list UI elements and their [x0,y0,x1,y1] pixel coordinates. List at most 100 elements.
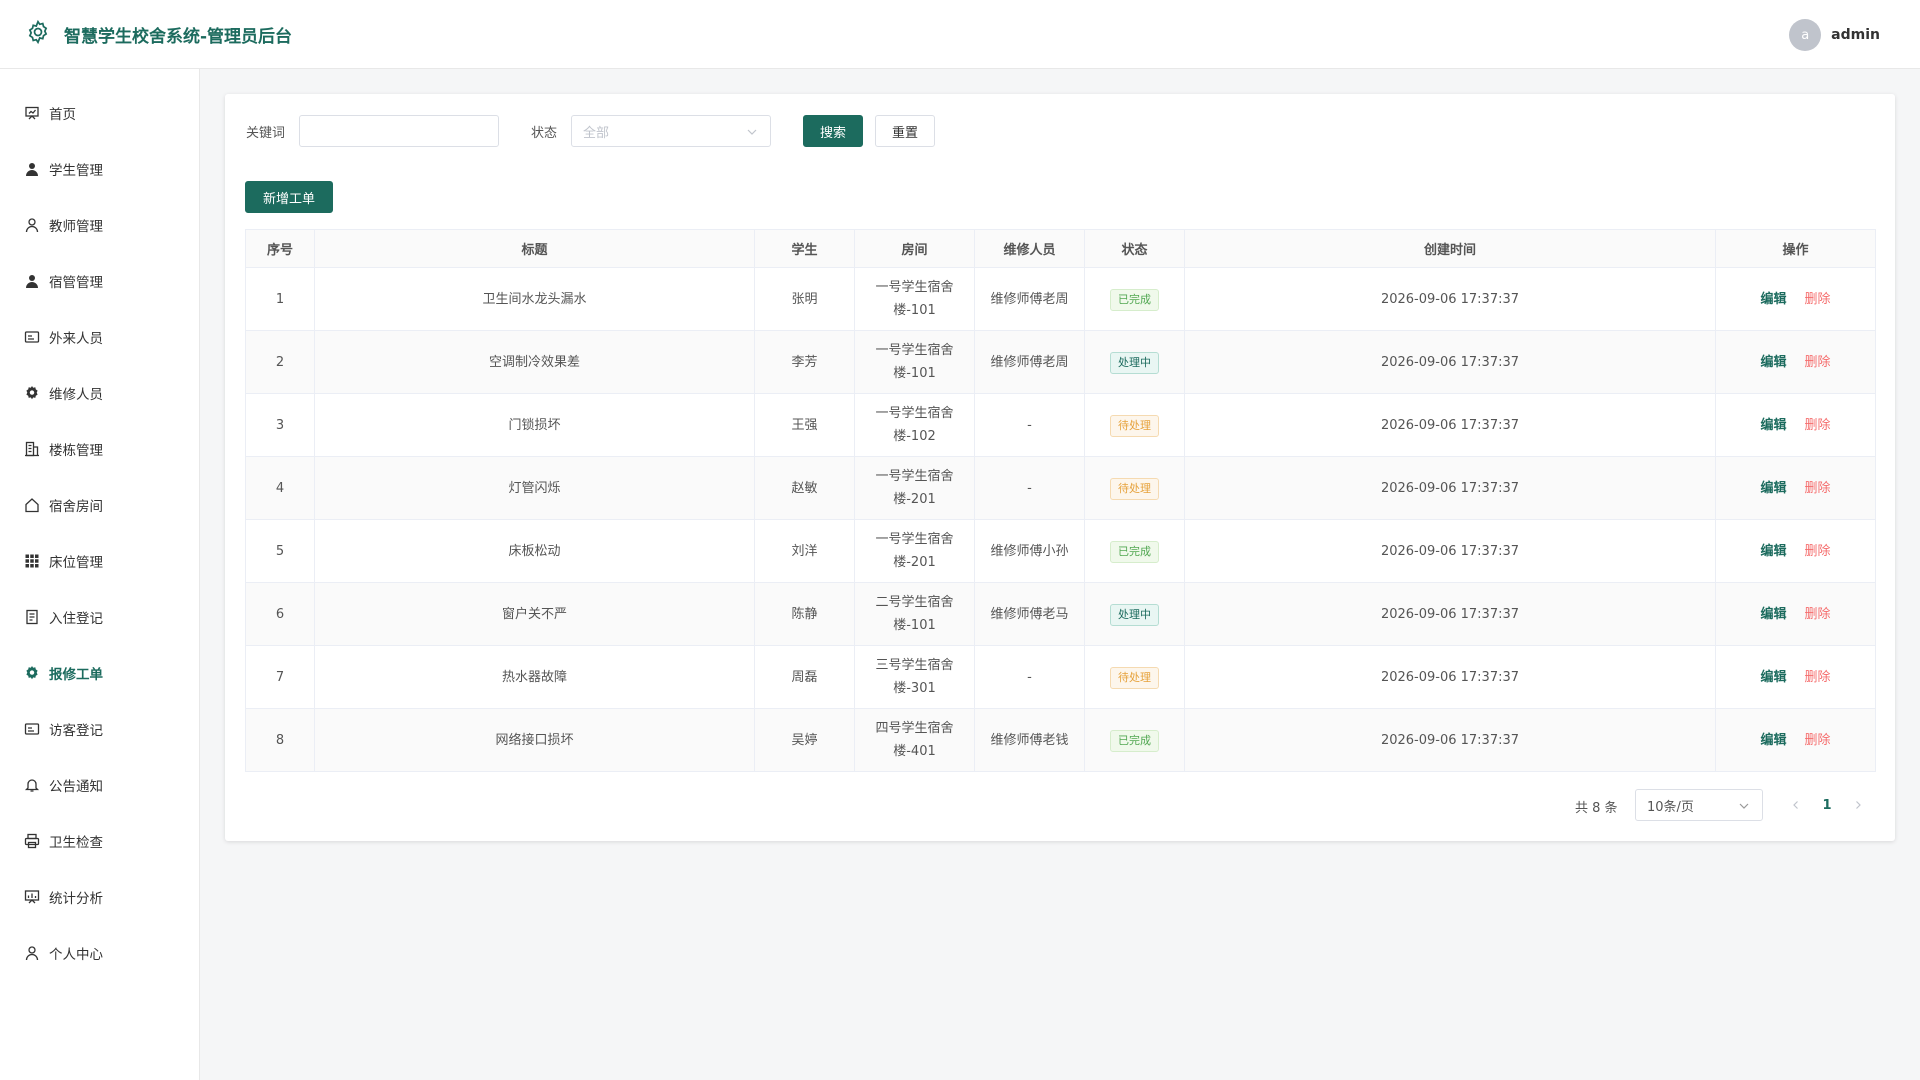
sidebar-item-label: 床位管理 [49,555,103,571]
sidebar-item-label: 维修人员 [49,387,103,403]
cell-no: 2 [245,330,315,394]
sidebar-item-6[interactable]: 楼栋管理 [0,429,199,469]
cell-actions: 编辑 删除 [1715,393,1876,457]
sidebar-item-12[interactable]: 公告通知 [0,765,199,805]
gear-icon [25,19,51,49]
cell-student: 王强 [754,393,855,457]
table-row: 8 网络接口损坏 吴婷 四号学生宿舍 楼-401 维修师傅老钱 已完成 2026-09-06 … [245,708,1876,772]
status-badge: 已完成 [1110,540,1159,563]
prev-page-button[interactable] [1782,789,1810,821]
status-badge: 处理中 [1110,351,1159,374]
user-icon [24,217,40,233]
sidebar-item-14[interactable]: 统计分析 [0,877,199,917]
edit-button[interactable]: 编辑 [1760,670,1786,685]
cell-student: 周磊 [754,645,855,709]
delete-button[interactable]: 删除 [1805,607,1831,622]
page-number-1[interactable]: 1 [1813,789,1841,821]
status-badge: 待处理 [1110,477,1159,500]
chevron-down-icon [746,126,758,138]
edit-button[interactable]: 编辑 [1760,418,1786,433]
column-header: 创建时间 [1184,229,1716,268]
cell-no: 4 [245,456,315,520]
cell-room: 一号学生宿舍 楼-201 [854,519,975,583]
cell-time: 2026-09-06 17:37:37 [1184,519,1716,583]
page-size-select[interactable]: 10条/页 [1635,789,1763,821]
top-header: 智慧学生校舍系统-管理员后台 a admin [0,0,1920,69]
delete-button[interactable]: 删除 [1805,544,1831,559]
sidebar-item-label: 个人中心 [49,947,103,963]
delete-button[interactable]: 删除 [1805,481,1831,496]
sidebar-item-15[interactable]: 个人中心 [0,933,199,973]
delete-button[interactable]: 删除 [1805,292,1831,307]
cell-time: 2026-09-06 17:37:37 [1184,330,1716,394]
sidebar-item-4[interactable]: 外来人员 [0,317,199,357]
cell-worker: 维修师傅老马 [974,582,1085,646]
chevron-right-icon [1856,801,1861,809]
sidebar-item-5[interactable]: 维修人员 [0,373,199,413]
user-menu[interactable]: a admin [1789,19,1880,51]
cell-status: 待处理 [1084,393,1185,457]
next-page-button[interactable] [1844,789,1872,821]
room-line1: 一号学生宿舍 [875,343,954,358]
delete-button[interactable]: 删除 [1805,355,1831,370]
cell-actions: 编辑 删除 [1715,330,1876,394]
sidebar-item-2[interactable]: 教师管理 [0,205,199,245]
edit-button[interactable]: 编辑 [1760,481,1786,496]
sidebar-item-1[interactable]: 学生管理 [0,149,199,189]
room-line2: 楼-201 [893,492,936,507]
cell-title: 门锁损坏 [314,393,755,457]
edit-button[interactable]: 编辑 [1760,733,1786,748]
sidebar-item-7[interactable]: 宿舍房间 [0,485,199,525]
sidebar-item-label: 访客登记 [49,723,103,739]
room-line1: 二号学生宿舍 [875,595,954,610]
reset-button[interactable]: 重置 [875,115,935,147]
chevron-left-icon [1793,801,1798,809]
cell-actions: 编辑 删除 [1715,456,1876,520]
gear-icon [24,385,40,401]
cell-student: 刘洋 [754,519,855,583]
room-line2: 楼-102 [893,429,936,444]
keyword-input[interactable] [299,115,499,147]
column-header: 标题 [314,229,755,268]
add-ticket-button[interactable]: 新增工单 [245,181,333,213]
cell-status: 处理中 [1084,330,1185,394]
avatar[interactable]: a [1789,19,1822,51]
cell-title: 热水器故障 [314,645,755,709]
status-select[interactable]: 全部 [571,115,771,147]
sidebar-item-11[interactable]: 访客登记 [0,709,199,749]
username[interactable]: admin [1831,27,1880,43]
user-filled-icon [24,161,40,177]
column-header: 序号 [245,229,315,268]
sidebar-item-label: 宿管管理 [49,275,103,291]
cell-status: 待处理 [1084,645,1185,709]
dashboard-icon [24,105,40,121]
sidebar-item-9[interactable]: 入住登记 [0,597,199,637]
delete-button[interactable]: 删除 [1805,733,1831,748]
room-line2: 楼-101 [893,366,936,381]
cell-time: 2026-09-06 17:37:37 [1184,456,1716,520]
edit-button[interactable]: 编辑 [1760,292,1786,307]
status-badge: 已完成 [1110,288,1159,311]
cell-status: 已完成 [1084,267,1185,331]
search-button[interactable]: 搜索 [803,115,863,147]
cell-no: 6 [245,582,315,646]
edit-button[interactable]: 编辑 [1760,355,1786,370]
sidebar-item-3[interactable]: 宿管管理 [0,261,199,301]
column-header: 操作 [1715,229,1876,268]
cell-no: 5 [245,519,315,583]
delete-button[interactable]: 删除 [1805,418,1831,433]
sidebar-item-10[interactable]: 报修工单 [0,653,199,693]
room-line1: 四号学生宿舍 [875,721,954,736]
sidebar-item-label: 报修工单 [49,667,103,683]
edit-button[interactable]: 编辑 [1760,607,1786,622]
sidebar-item-0[interactable]: 首页 [0,93,199,133]
sidebar-item-13[interactable]: 卫生检查 [0,821,199,861]
table-row: 2 空调制冷效果差 李芳 一号学生宿舍 楼-101 维修师傅老周 处理中 2026-09-06… [245,330,1876,394]
sidebar-item-label: 卫生检查 [49,835,103,851]
sidebar-item-8[interactable]: 床位管理 [0,541,199,581]
edit-button[interactable]: 编辑 [1760,544,1786,559]
cell-room: 一号学生宿舍 楼-102 [854,393,975,457]
delete-button[interactable]: 删除 [1805,670,1831,685]
sidebar-item-label: 楼栋管理 [49,443,103,459]
sidebar-item-label: 入住登记 [49,611,103,627]
